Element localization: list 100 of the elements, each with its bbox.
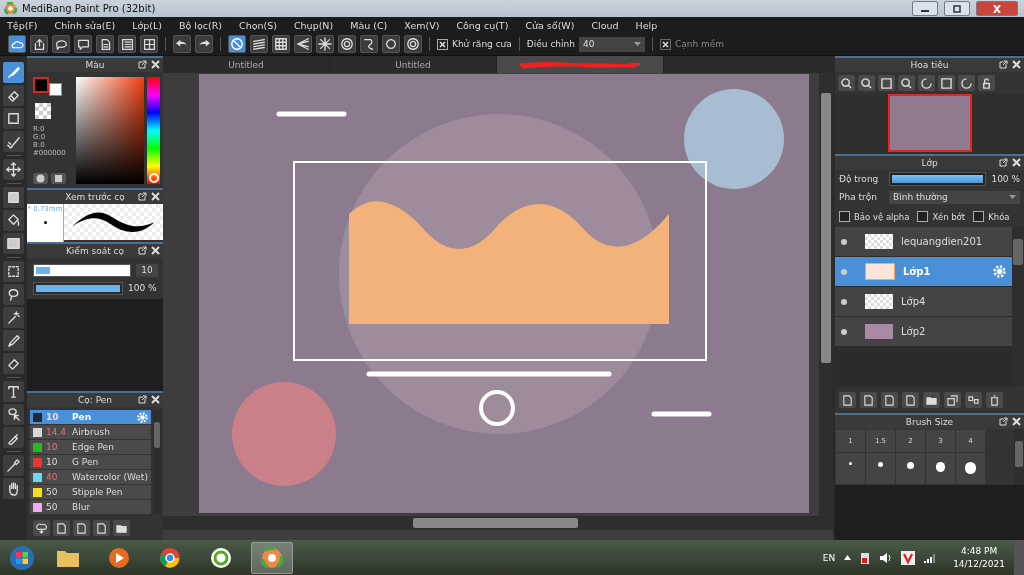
select-eraser-tool-icon[interactable] xyxy=(3,353,24,374)
lock-icon[interactable] xyxy=(978,75,995,91)
snap-button[interactable] xyxy=(316,35,334,53)
hue-slider[interactable] xyxy=(147,77,160,184)
snap-button[interactable] xyxy=(294,35,312,53)
zoom-out-icon[interactable] xyxy=(898,75,915,91)
dropper-tool-icon[interactable] xyxy=(3,427,24,448)
menu-item[interactable]: Tệp(F) xyxy=(7,19,38,31)
grid-edit-icon[interactable] xyxy=(140,35,158,53)
scrollbar[interactable] xyxy=(152,410,161,514)
close-icon[interactable] xyxy=(1012,158,1021,167)
menu-item[interactable]: Màu (C) xyxy=(350,19,388,31)
checkbox[interactable] xyxy=(917,211,929,222)
brush-size-slider[interactable] xyxy=(33,263,131,277)
hand-tool-icon[interactable] xyxy=(3,478,24,499)
brush-size-value[interactable]: 10 xyxy=(136,263,158,277)
clock-time[interactable]: 4:48 PM xyxy=(960,546,998,556)
folder-icon[interactable] xyxy=(923,392,940,408)
background-color-swatch[interactable] xyxy=(49,83,62,96)
undock-icon[interactable] xyxy=(138,395,147,404)
snap-button[interactable] xyxy=(272,35,290,53)
zoom-in-icon[interactable] xyxy=(858,75,875,91)
share-icon[interactable] xyxy=(30,35,48,53)
close-icon[interactable] xyxy=(151,246,160,255)
brush-list-item[interactable]: 14.4 Airbrush xyxy=(30,425,151,439)
visibility-dot-icon[interactable] xyxy=(841,298,847,305)
scrollbar[interactable] xyxy=(163,516,833,530)
layer-row[interactable]: Lớp4 xyxy=(835,287,1012,317)
select-pen-tool-icon[interactable] xyxy=(3,131,24,152)
rotate-left-icon[interactable] xyxy=(918,75,935,91)
checkbox[interactable] xyxy=(437,38,448,50)
cloud-icon[interactable] xyxy=(8,35,26,53)
caret-icon[interactable] xyxy=(844,555,852,560)
speech-icon[interactable] xyxy=(52,35,70,53)
brush-list-item[interactable]: 50 Blur xyxy=(30,500,151,514)
page-icon[interactable] xyxy=(96,35,114,53)
undo-button[interactable] xyxy=(173,35,191,53)
lasso-tool-icon[interactable] xyxy=(3,284,24,305)
brush-list-item[interactable]: 10 G Pen xyxy=(30,455,151,469)
close-icon[interactable] xyxy=(1012,417,1021,426)
gradient-tool-icon[interactable] xyxy=(3,233,24,254)
undock-icon[interactable] xyxy=(999,60,1008,69)
minimize-button[interactable] xyxy=(912,1,938,16)
lasso-arrow-tool-icon[interactable] xyxy=(3,404,24,425)
adjust-dropdown[interactable]: 40 xyxy=(579,36,645,52)
speaker-icon[interactable] xyxy=(879,551,893,564)
blend-mode-dropdown[interactable]: Bình thường xyxy=(889,190,1020,204)
layer-row[interactable]: Lớp2 xyxy=(835,317,1012,347)
wand-tool-icon[interactable] xyxy=(3,307,24,328)
menu-item[interactable]: Bộ lọc(R) xyxy=(178,19,222,31)
brush-list-item[interactable]: 50 Stipple Pen xyxy=(30,485,151,499)
eyedropper-tool-icon[interactable] xyxy=(3,455,24,476)
menu-item[interactable]: Chụp(N) xyxy=(293,19,334,31)
close-icon[interactable] xyxy=(151,395,160,404)
menu-item[interactable]: Cloud xyxy=(591,19,619,31)
signal-icon[interactable] xyxy=(924,552,937,563)
close-icon[interactable] xyxy=(151,60,160,69)
redo-button[interactable] xyxy=(195,35,213,53)
snap-button[interactable] xyxy=(404,35,422,53)
scrollbar[interactable] xyxy=(1014,429,1024,485)
color-picker-button[interactable] xyxy=(51,173,66,184)
brush-icon[interactable] xyxy=(3,62,24,83)
foreground-color-swatch[interactable] xyxy=(33,77,49,93)
zoom-fit-icon[interactable] xyxy=(838,75,855,91)
undock-icon[interactable] xyxy=(138,60,147,69)
tray-app-icon[interactable] xyxy=(901,550,916,565)
rotate-right-icon[interactable] xyxy=(958,75,975,91)
undock-icon[interactable] xyxy=(138,192,147,201)
folder-icon[interactable] xyxy=(113,520,130,536)
page-icon[interactable] xyxy=(53,520,70,536)
menu-item[interactable]: Lớp(L) xyxy=(132,19,162,31)
paint-app-icon[interactable] xyxy=(251,541,293,574)
language-indicator[interactable]: EN xyxy=(822,552,836,563)
visibility-dot-icon[interactable] xyxy=(841,328,847,335)
document-tab[interactable]: Untitled xyxy=(163,56,330,73)
fill-tool-icon[interactable] xyxy=(3,187,24,208)
maximize-button[interactable] xyxy=(944,1,970,16)
delete-icon[interactable] xyxy=(986,392,1003,408)
menu-item[interactable]: Chỉnh sửa(E) xyxy=(54,19,116,31)
text-tool-icon[interactable] xyxy=(3,381,24,402)
rect-tool-icon[interactable] xyxy=(3,108,24,129)
comment-icon[interactable] xyxy=(74,35,92,53)
menu-item[interactable]: Công cụ(T) xyxy=(456,19,509,31)
clock-date[interactable]: 14/12/2021 xyxy=(953,559,1005,569)
transparent-swatch[interactable] xyxy=(35,103,51,119)
eraser-tool-icon[interactable] xyxy=(3,85,24,106)
pen-select-tool-icon[interactable] xyxy=(3,330,24,351)
visibility-dot-icon[interactable] xyxy=(841,268,847,275)
close-icon[interactable] xyxy=(151,192,160,201)
palette-button[interactable] xyxy=(33,173,48,184)
menu-item[interactable]: Chọn(S) xyxy=(239,19,277,31)
snap-button[interactable] xyxy=(360,35,378,53)
page-icon[interactable] xyxy=(860,392,877,408)
close-icon[interactable] xyxy=(1012,60,1021,69)
checkbox[interactable] xyxy=(839,211,850,222)
snap-button[interactable] xyxy=(250,35,268,53)
menu-item[interactable]: Xem(V) xyxy=(404,19,440,31)
battery-icon[interactable] xyxy=(860,550,871,565)
hue-slider-thumb[interactable] xyxy=(149,173,159,183)
move-tool-icon[interactable] xyxy=(3,159,24,180)
